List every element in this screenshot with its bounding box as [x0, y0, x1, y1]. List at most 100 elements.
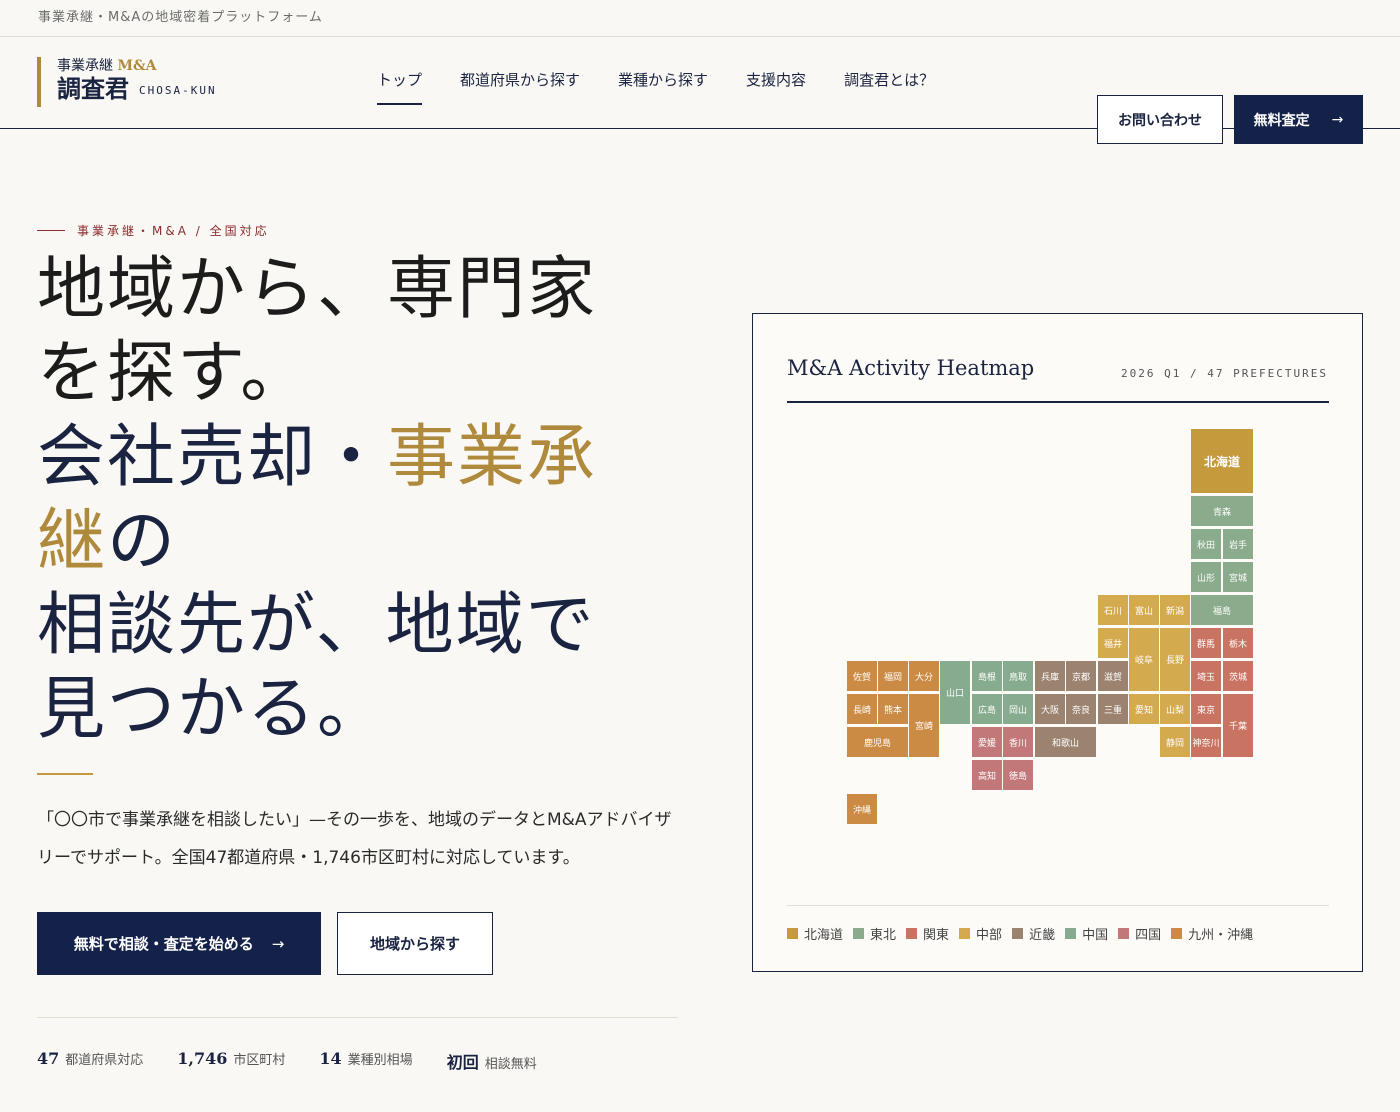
prefecture-tile[interactable]: 宮城 [1223, 562, 1253, 592]
prefecture-tile[interactable]: 埼玉 [1191, 661, 1221, 691]
prefecture-tile[interactable]: 宮崎 [909, 694, 939, 757]
prefecture-tile[interactable]: 千葉 [1223, 694, 1253, 757]
eyebrow-line [37, 230, 65, 231]
prefecture-tile[interactable]: 茨城 [1223, 661, 1253, 691]
heatmap-card: M&A Activity Heatmap 2026 Q1 / 47 PREFEC… [752, 313, 1363, 972]
prefecture-tile[interactable]: 三重 [1098, 694, 1128, 724]
start-free-consultation-button[interactable]: 無料で相談・査定を始める → [37, 912, 321, 975]
prefecture-tile[interactable]: 山形 [1191, 562, 1221, 592]
free-assessment-button[interactable]: 無料査定 → [1234, 95, 1363, 144]
prefecture-tile[interactable]: 京都 [1066, 661, 1096, 691]
nav-item-industry-search[interactable]: 業種から探す [618, 37, 708, 129]
logo-main-text: 調査君 [57, 74, 129, 103]
heatmap-legend: 北海道 東北 関東 中部 近畿 中国 四国 九州・沖縄 [787, 924, 1263, 943]
legend-item: 中部 [959, 924, 1002, 943]
hero-headline: 地域から、専門家を探す。 会社売却・事業承継の 相談先が、地域で見つかる。 [37, 248, 637, 752]
stat-label: 業種別相場 [347, 1053, 413, 1068]
legend-label: 中部 [976, 928, 1003, 943]
prefecture-tile[interactable]: 山口 [940, 661, 970, 724]
tagline-text: 事業承継・M&Aの地域密着プラットフォーム [38, 10, 323, 25]
search-by-region-button[interactable]: 地域から探す [337, 912, 493, 975]
nav-item-prefecture-search[interactable]: 都道府県から探す [460, 37, 580, 129]
prefecture-tile[interactable]: 岐阜 [1129, 628, 1159, 691]
prefecture-tile[interactable]: 兵庫 [1035, 661, 1065, 691]
legend-item: 北海道 [787, 924, 843, 943]
prefecture-tile[interactable]: 愛知 [1129, 694, 1159, 724]
prefecture-tile[interactable]: 島根 [972, 661, 1002, 691]
japan-prefecture-map: 北海道 青森 秋田 岩手 山形 宮城 福島 石川 富山 新潟 福井 岐阜 長野 群馬 栃木 佐賀 福岡 大分 山口島… [753, 314, 1364, 973]
nav-item-top[interactable]: トップ [377, 37, 423, 129]
prefecture-tile[interactable]: 栃木 [1223, 628, 1253, 658]
prefecture-tile[interactable]: 和歌山 [1035, 727, 1096, 757]
prefecture-tile[interactable]: 長崎 [847, 694, 877, 724]
logo-subtitle-accent: M&A [117, 58, 157, 74]
prefecture-tile[interactable]: 沖縄 [847, 794, 877, 824]
stat-prefectures: 47 都道府県対応 [37, 1049, 143, 1073]
headline-line-2a: 会社売却・ [37, 418, 388, 497]
prefecture-tile[interactable]: 青森 [1191, 496, 1253, 526]
legend-swatch [959, 928, 971, 939]
contact-button[interactable]: お問い合わせ [1097, 95, 1223, 144]
stat-municipalities: 1,746 市区町村 [177, 1049, 285, 1073]
main-nav: トップ 都道府県から探す 業種から探す 支援内容 調査君とは？ [377, 37, 972, 129]
legend-swatch [1012, 928, 1024, 939]
stats-row: 47 都道府県対応 1,746 市区町村 14 業種別相場 初回 相談無料 [37, 1049, 571, 1073]
site-logo[interactable]: 事業承継 M&A 調査君 CHOSA-KUN [37, 57, 217, 107]
top-announcement-bar: 事業承継・M&Aの地域密着プラットフォーム [0, 0, 1400, 37]
prefecture-tile[interactable]: 北海道 [1191, 429, 1253, 493]
legend-label: 中国 [1082, 928, 1109, 943]
nav-item-support[interactable]: 支援内容 [746, 37, 806, 129]
logo-romanization: CHOSA-KUN [139, 84, 217, 97]
legend-swatch [853, 928, 865, 939]
prefecture-tile[interactable]: 滋賀 [1098, 661, 1128, 691]
prefecture-tile[interactable]: 群馬 [1191, 628, 1221, 658]
prefecture-tile[interactable]: 鳥取 [1003, 661, 1033, 691]
stat-industries: 14 業種別相場 [319, 1049, 412, 1073]
prefecture-tile[interactable]: 福岡 [878, 661, 908, 691]
logo-subtitle-prefix: 事業承継 [57, 58, 113, 74]
prefecture-tile[interactable]: 香川 [1003, 727, 1033, 757]
prefecture-tile[interactable]: 岡山 [1003, 694, 1033, 724]
prefecture-tile[interactable]: 長野 [1160, 628, 1190, 691]
eyebrow-text: 事業承継・M&A / 全国対応 [77, 224, 270, 238]
prefecture-tile[interactable]: 秋田 [1191, 529, 1221, 559]
legend-item: 東北 [853, 924, 896, 943]
heatmap-footer-rule [787, 905, 1329, 906]
prefecture-tile[interactable]: 岩手 [1223, 529, 1253, 559]
nav-item-about[interactable]: 調査君とは？ [844, 37, 934, 129]
prefecture-tile[interactable]: 奈良 [1066, 694, 1096, 724]
legend-label: 四国 [1135, 928, 1162, 943]
prefecture-tile[interactable]: 神奈川 [1191, 727, 1221, 757]
hero-eyebrow: 事業承継・M&A / 全国対応 [37, 222, 270, 239]
legend-label: 東北 [870, 928, 897, 943]
prefecture-tile[interactable]: 高知 [972, 760, 1002, 790]
prefecture-tile[interactable]: 徳島 [1003, 760, 1033, 790]
prefecture-tile[interactable]: 大分 [909, 661, 939, 691]
stat-number: 1,746 [177, 1049, 228, 1068]
prefecture-tile[interactable]: 福井 [1098, 628, 1128, 658]
prefecture-tile[interactable]: 大阪 [1035, 694, 1065, 724]
headline-line-1: 地域から、専門家を探す。 [37, 250, 598, 413]
stat-label: 市区町村 [233, 1053, 286, 1068]
arrow-right-icon: → [271, 934, 285, 953]
logo-wordmark: 調査君 CHOSA-KUN [57, 75, 217, 105]
prefecture-tile[interactable]: 鹿児島 [847, 727, 908, 757]
prefecture-tile[interactable]: 熊本 [878, 694, 908, 724]
prefecture-tile[interactable]: 東京 [1191, 694, 1221, 724]
prefecture-tile[interactable]: 佐賀 [847, 661, 877, 691]
prefecture-tile[interactable]: 愛媛 [972, 727, 1002, 757]
prefecture-tile[interactable]: 富山 [1129, 595, 1159, 625]
legend-swatch [906, 928, 918, 939]
prefecture-tile[interactable]: 静岡 [1160, 727, 1190, 757]
legend-item: 関東 [906, 924, 949, 943]
prefecture-tile[interactable]: 山梨 [1160, 694, 1190, 724]
legend-label: 九州・沖縄 [1188, 928, 1254, 943]
prefecture-tile[interactable]: 福島 [1191, 595, 1253, 625]
prefecture-tile[interactable]: 新潟 [1160, 595, 1190, 625]
legend-item: 四国 [1118, 924, 1161, 943]
legend-swatch [1118, 928, 1130, 939]
site-header: 事業承継 M&A 調査君 CHOSA-KUN トップ 都道府県から探す 業種から探… [0, 37, 1400, 144]
legend-label: 関東 [923, 928, 950, 943]
prefecture-tile[interactable]: 石川 [1098, 595, 1128, 625]
prefecture-tile[interactable]: 広島 [972, 694, 1002, 724]
